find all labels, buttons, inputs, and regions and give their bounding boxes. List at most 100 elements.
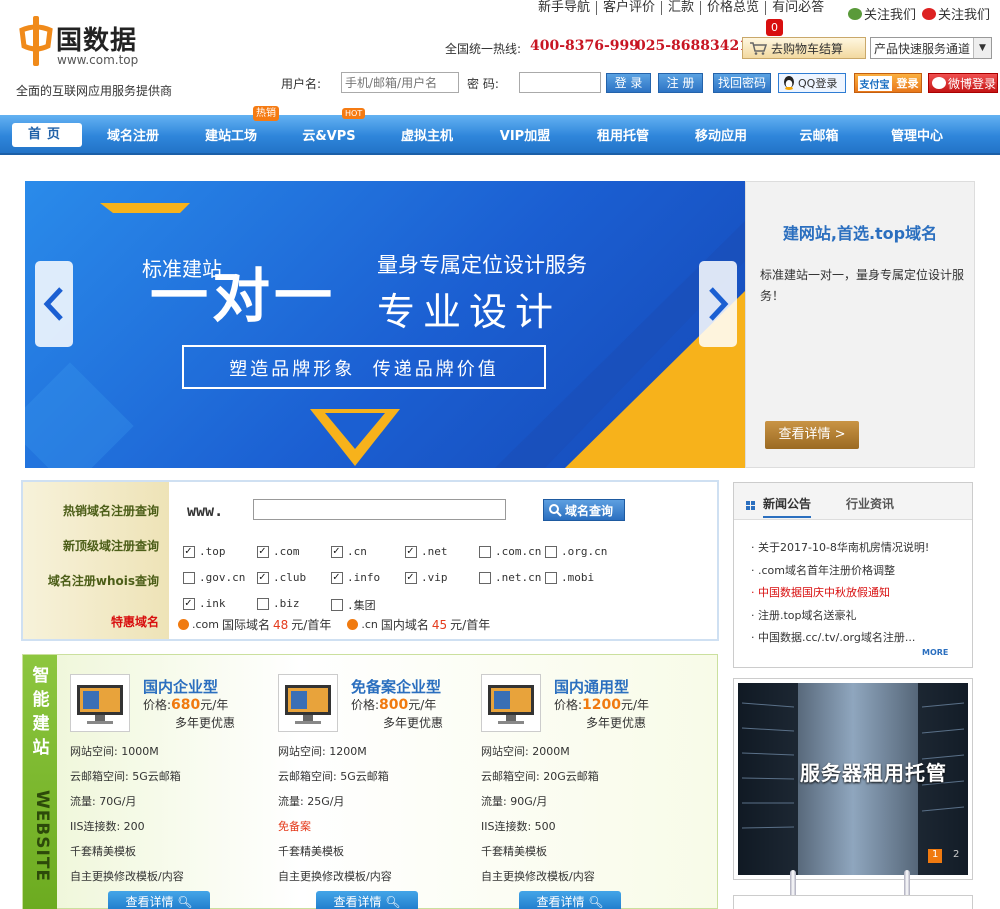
topnav-remittance[interactable]: 汇款 [662,1,702,15]
username-input[interactable] [341,72,459,93]
tab-industry-news[interactable]: 行业资讯 [846,495,894,512]
domain-option-checkbox[interactable] [331,544,343,558]
domain-option[interactable]: .club [257,570,306,584]
topnav-reviews[interactable]: 客户评价 [597,1,663,15]
product-title[interactable]: 国内通用型 [554,676,629,697]
domain-option[interactable]: .com.cn [479,545,541,558]
domain-option-checkbox[interactable] [257,570,269,584]
nav-admin-center[interactable]: 管理中心 [884,125,950,144]
nav-cloud-mail[interactable]: 云邮箱 [786,125,852,144]
domain-option-checkbox[interactable] [545,571,557,584]
domain-option-checkbox[interactable] [183,596,195,610]
nav-vip[interactable]: VIP加盟 [492,125,558,144]
tab-news-notice[interactable]: 新闻公告 [763,495,812,518]
slide-dot-1[interactable]: 1 [932,849,938,860]
domain-option-checkbox[interactable] [257,544,269,558]
alipay-login-button[interactable]: 支付宝 登录 [854,73,922,93]
domain-option[interactable]: .net [405,544,448,558]
news-item[interactable]: · .com域名首年注册价格调整 [751,562,961,578]
nav-site-builder[interactable]: 建站工场 [198,125,264,144]
product-thumbnail[interactable] [481,674,541,732]
topnav-faq[interactable]: 有问必答 [766,1,830,15]
domain-option-checkbox[interactable] [183,571,195,584]
price-label: 价格: [554,698,583,712]
product-details-button[interactable]: 查看详情 🔍︎ [108,891,210,909]
topnav-guide[interactable]: 新手导航 [532,1,598,15]
domain-option[interactable]: .com [257,544,300,558]
domain-option[interactable]: .vip [405,570,448,584]
follow-weibo-link[interactable]: 关注我们 [922,4,990,23]
login-button[interactable]: 登 录 [606,73,651,93]
tab-hot-domain[interactable]: 热销域名注册查询 [23,502,167,519]
news-item[interactable]: · 中国数据国庆中秋放假通知 [751,584,961,600]
domain-option-checkbox[interactable] [545,545,557,558]
service-channel-select[interactable]: 产品快速服务通道 ▼ [870,37,992,59]
domain-option-checkbox[interactable] [479,571,491,584]
promo-cn-ext[interactable]: .cn [361,618,378,631]
product-title[interactable]: 国内企业型 [143,676,218,697]
domain-option[interactable]: .gov.cn [183,571,245,584]
hot-tag: HOT [342,108,366,119]
topnav-pricing[interactable]: 价格总览 [701,1,767,15]
logo-text[interactable]: 国数据 [56,20,137,57]
news-item[interactable]: · 注册.top域名送豪礼 [751,607,961,623]
news-item[interactable]: · 中国数据.cc/.tv/.org域名注册... [751,629,961,645]
domain-option[interactable]: .top [183,544,226,558]
product-thumbnail[interactable] [278,674,338,732]
price-value: 1200 [582,697,622,713]
domain-query-button[interactable]: 域名查询 [543,499,625,521]
domain-option-checkbox[interactable] [405,570,417,584]
banner-next-button[interactable] [699,261,737,347]
logo-icon[interactable] [18,16,54,66]
nav-cloud-vps[interactable]: 云&VPS [296,125,362,144]
domain-option[interactable]: .info [331,570,380,584]
tab-whois[interactable]: 域名注册whois查询 [23,572,167,589]
follow-weixin-link[interactable]: 关注我们 [848,4,916,23]
domain-option-checkbox[interactable] [331,570,343,584]
nav-virtual-host[interactable]: 虚拟主机 [394,125,460,144]
site-slogan: 全面的互联网应用服务提供商 [16,84,173,98]
banner-details-button[interactable]: 查看详情 > [765,421,859,449]
weibo-login-button[interactable]: 微博登录 [928,73,998,93]
promo-com-price: 48 [273,617,289,632]
product-details-button[interactable]: 查看详情 🔍︎ [519,891,621,909]
product-title[interactable]: 免备案企业型 [351,676,441,697]
domain-option[interactable]: .biz [257,597,300,610]
server-hosting-banner[interactable]: 服务器租用托管 1 2 [733,678,973,880]
domain-option-checkbox[interactable] [257,597,269,610]
product-thumbnail[interactable] [70,674,130,732]
tab-new-tld[interactable]: 新顶级域注册查询 [23,537,167,554]
domain-option-checkbox[interactable] [405,544,417,558]
domain-option-checkbox[interactable] [331,599,343,611]
promo-com-ext[interactable]: .com [192,618,219,631]
news-more-link[interactable]: MORE [922,648,948,657]
tab-special-domain[interactable]: 特惠域名 [23,613,167,630]
nav-mobile[interactable]: 移动应用 [688,125,754,144]
nav-home-tab[interactable]: 首页 [12,123,82,147]
banner-prev-button[interactable] [35,261,73,347]
weibo-icon [922,7,936,20]
nav-hosting[interactable]: 租用托管 [590,125,656,144]
product-spec-tpl: 千套精美模板 [278,845,344,858]
weibo-login-icon [932,77,946,89]
domain-option[interactable]: .mobi [545,571,594,584]
domain-option[interactable]: .org.cn [545,545,607,558]
product-details-button[interactable]: 查看详情 🔍︎ [316,891,418,909]
domain-option-checkbox[interactable] [183,544,195,558]
domain-option-checkbox[interactable] [479,545,491,558]
domain-search-input[interactable] [253,499,506,520]
news-item[interactable]: · 关于2017-10-8华南机房情况说明! [751,539,961,555]
nav-domain[interactable]: 域名注册 [100,125,166,144]
domain-option[interactable]: .cn [331,544,367,558]
cart-checkout-button[interactable]: 去购物车结算 [742,37,866,59]
cart-icon [750,42,767,55]
register-button[interactable]: 注 册 [658,73,703,93]
password-input[interactable] [519,72,601,93]
hero-banner[interactable]: 标准建站 一对一 量身专属定位设计服务 专业设计 塑造品牌形象 传递品牌价值 [25,181,745,468]
slide-dot-2[interactable]: 2 [953,849,959,860]
find-password-button[interactable]: 找回密码 [713,73,771,93]
qq-login-button[interactable]: QQ登录 [778,73,846,93]
domain-option[interactable]: .net.cn [479,571,541,584]
domain-option[interactable]: .集团 [331,597,376,613]
domain-option[interactable]: .ink [183,596,226,610]
